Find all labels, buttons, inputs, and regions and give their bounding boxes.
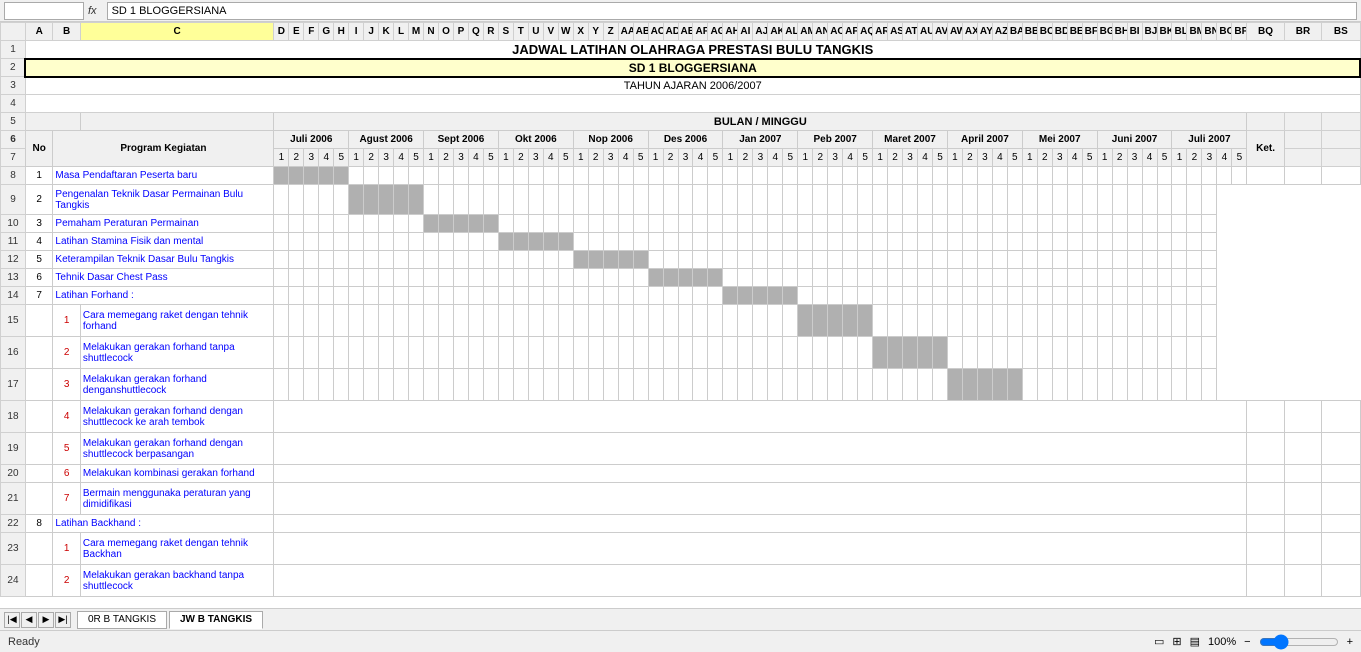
row-6: 6 No Program Kegiatan Juli 2006 Agust 20… [1, 131, 1361, 149]
tab-first-btn[interactable]: |◀ [4, 612, 20, 628]
view-normal-icon[interactable]: ▭ [1154, 635, 1164, 648]
row-16: 16 2 Melakukan gerakan forhand tanpa shu… [1, 337, 1361, 369]
rownum-4: 4 [1, 95, 26, 113]
row-12: 12 5 Keterampilan Teknik Dasar Bulu Tang… [1, 251, 1361, 269]
status-right: ▭ ⊞ ▤ 100% − + [1154, 634, 1353, 650]
row-15: 15 1 Cara memegang raket dengan tehnik f… [1, 305, 1361, 337]
row-22: 22 8 Latihan Backhand : [1, 515, 1361, 533]
rownum-1: 1 [1, 41, 26, 59]
tab-navigation: |◀ ◀ ▶ ▶| [4, 612, 71, 628]
no-header: No [25, 131, 52, 167]
cell-reference[interactable]: A2 [4, 2, 84, 20]
row-num-header [1, 23, 26, 41]
month-juli-07: Juli 2007 [1172, 131, 1247, 149]
col-d: D [274, 23, 289, 41]
row-2: 2 SD 1 BLOGGERSIANA [1, 59, 1361, 77]
row-10: 10 3 Pemaham Peraturan Permainan [1, 215, 1361, 233]
col-c: C [80, 23, 274, 41]
row-19: 19 5 Melakukan gerakan forhand dengan sh… [1, 433, 1361, 465]
month-jan-07: Jan 2007 [723, 131, 798, 149]
formula-bar[interactable]: SD 1 BLOGGERSIANA [107, 2, 1357, 20]
month-april-07: April 2007 [947, 131, 1022, 149]
row-13: 13 6 Tehnik Dasar Chest Pass [1, 269, 1361, 287]
month-mei-07: Mei 2007 [1022, 131, 1097, 149]
month-juni-07: Juni 2007 [1097, 131, 1172, 149]
month-des-06: Des 2006 [648, 131, 723, 149]
row-9: 9 2 Pengenalan Teknik Dasar Permainan Bu… [1, 185, 1361, 215]
col-e: E [289, 23, 304, 41]
tab-next-btn[interactable]: ▶ [38, 612, 54, 628]
rownum-3: 3 [1, 77, 26, 95]
col-a: A [25, 23, 52, 41]
col-b: B [53, 23, 80, 41]
col-f: F [304, 23, 319, 41]
row-3: 3 TAHUN AJARAN 2006/2007 [1, 77, 1361, 95]
row-17: 17 3 Melakukan gerakan forhand denganshu… [1, 369, 1361, 401]
year-cell: TAHUN AJARAN 2006/2007 [25, 77, 1360, 95]
tab-last-btn[interactable]: ▶| [55, 612, 71, 628]
formula-content: SD 1 BLOGGERSIANA [112, 5, 227, 17]
row-14: 14 7 Latihan Forhand : [1, 287, 1361, 305]
rownum-5: 5 [1, 113, 26, 131]
spreadsheet-table: A B C DEFGH IJKLM NOPQR STUVW XYZAAAB AC… [0, 22, 1361, 597]
row-20: 20 6 Melakukan kombinasi gerakan forhand [1, 465, 1361, 483]
ket-header: Ket. [1247, 131, 1284, 167]
view-preview-icon[interactable]: ▤ [1190, 635, 1200, 648]
rownum-7: 7 [1, 149, 26, 167]
row-5: 5 BULAN / MINGGU [1, 113, 1361, 131]
col-header-row: A B C DEFGH IJKLM NOPQR STUVW XYZAAAB AC… [1, 23, 1361, 41]
row-21: 21 7 Bermain menggunaka peraturan yang d… [1, 483, 1361, 515]
sheet-tab-0r[interactable]: 0R B TANGKIS [77, 611, 167, 629]
status-text: Ready [8, 636, 40, 648]
sheet-tabs-bar: |◀ ◀ ▶ ▶| 0R B TANGKIS JW B TANGKIS [0, 608, 1361, 630]
status-bar: Ready ▭ ⊞ ▤ 100% − + [0, 630, 1361, 652]
program-header: Program Kegiatan [53, 131, 274, 167]
empty-5a [25, 113, 80, 131]
title-cell: JADWAL LATIHAN OLAHRAGA PRESTASI BULU TA… [25, 41, 1360, 59]
month-juli-06: Juli 2006 [274, 131, 349, 149]
sheet-tab-jw[interactable]: JW B TANGKIS [169, 611, 263, 629]
row-11: 11 4 Latihan Stamina Fisik dan mental [1, 233, 1361, 251]
row-18: 18 4 Melakukan gerakan forhand dengan sh… [1, 401, 1361, 433]
view-page-icon[interactable]: ⊞ [1172, 635, 1181, 648]
month-maret-07: Maret 2007 [873, 131, 948, 149]
row-23: 23 1 Cara memegang raket dengan tehnik B… [1, 533, 1361, 565]
zoom-plus-btn[interactable]: + [1347, 636, 1353, 648]
month-peb-07: Peb 2007 [798, 131, 873, 149]
zoom-slider[interactable] [1259, 634, 1339, 650]
month-nop-06: Nop 2006 [573, 131, 648, 149]
row-4: 4 [1, 95, 1361, 113]
tab-prev-btn[interactable]: ◀ [21, 612, 37, 628]
zoom-level: 100% [1208, 636, 1236, 648]
month-okt-06: Okt 2006 [498, 131, 573, 149]
formula-bar-container: A2 fx SD 1 BLOGGERSIANA [0, 0, 1361, 22]
rownum-6: 6 [1, 131, 26, 149]
month-sept-06: Sept 2006 [424, 131, 499, 149]
subtitle-cell: SD 1 BLOGGERSIANA [25, 59, 1360, 77]
row-8: 8 1 Masa Pendaftaran Peserta baru [1, 167, 1361, 185]
fx-label: fx [88, 5, 97, 17]
rownum-2: 2 [1, 59, 26, 77]
row-1: 1 JADWAL LATIHAN OLAHRAGA PRESTASI BULU … [1, 41, 1361, 59]
col-h: H [334, 23, 349, 41]
zoom-minus-btn[interactable]: − [1244, 636, 1250, 648]
bulan-minggu-header: BULAN / MINGGU [274, 113, 1247, 131]
row-24: 24 2 Melakukan gerakan backhand tanpa sh… [1, 565, 1361, 597]
month-agust-06: Agust 2006 [349, 131, 424, 149]
empty-5b [80, 113, 274, 131]
col-g: G [319, 23, 334, 41]
